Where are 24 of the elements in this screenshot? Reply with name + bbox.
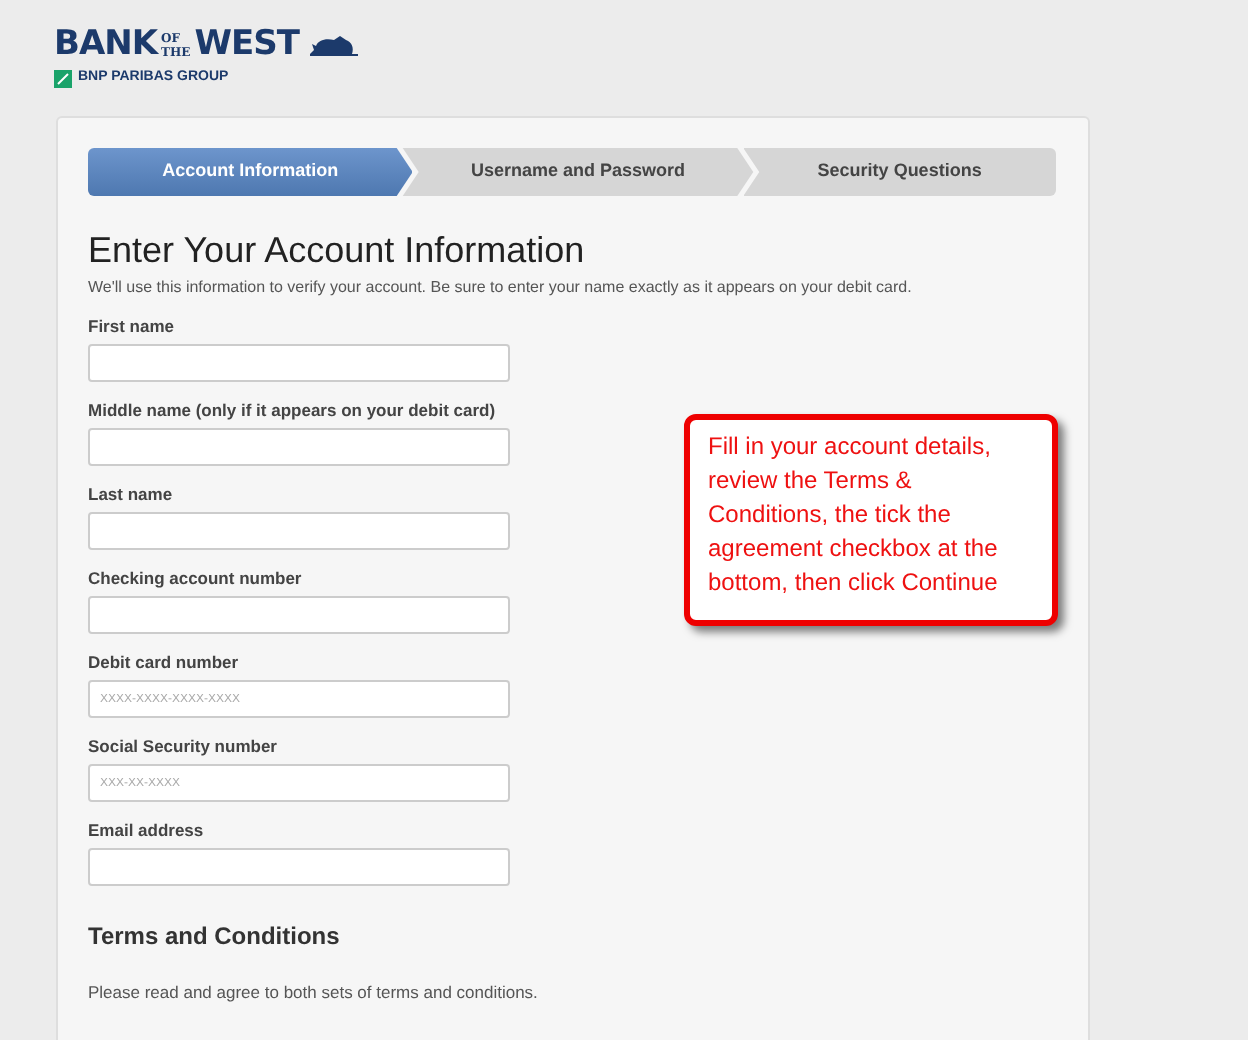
input-field[interactable] (88, 512, 510, 550)
page-heading: Enter Your Account Information (88, 228, 587, 272)
input-field[interactable] (88, 848, 510, 886)
field-label: Middle name (only if it appears on your debit card) (88, 400, 496, 420)
field-label: Social Security number (88, 736, 277, 756)
field-label: Checking account number (88, 568, 302, 588)
bear-icon (308, 31, 361, 59)
field-label: First name (88, 316, 174, 336)
step-tab[interactable]: Account Information (88, 148, 413, 196)
callout: Fill in your account details, review the Terms & Conditions, the tick the agreement checkbox at the bottom, then click Continue (684, 414, 1058, 626)
intro-text: We'll use this information to verify your account. Be sure to enter your name exactly as it appears on your debit card. (88, 276, 914, 300)
input-field[interactable] (88, 596, 510, 634)
terms-text: Please read and agree to both sets of terms and conditions. (88, 980, 540, 1006)
logo-square-icon (54, 69, 72, 88)
field-label: Email address (88, 820, 204, 840)
logo-text: BANK (54, 28, 158, 62)
step-tab[interactable]: Username and Password (402, 148, 754, 196)
field-label: Last name (88, 484, 173, 504)
logo-text: WEST (194, 28, 299, 62)
field-label: Debit card number (88, 652, 239, 672)
terms-heading: Terms and Conditions (88, 920, 342, 954)
input-field[interactable] (88, 344, 510, 382)
input-field[interactable] (88, 428, 510, 466)
step-tab[interactable]: Security Questions (743, 148, 1056, 196)
